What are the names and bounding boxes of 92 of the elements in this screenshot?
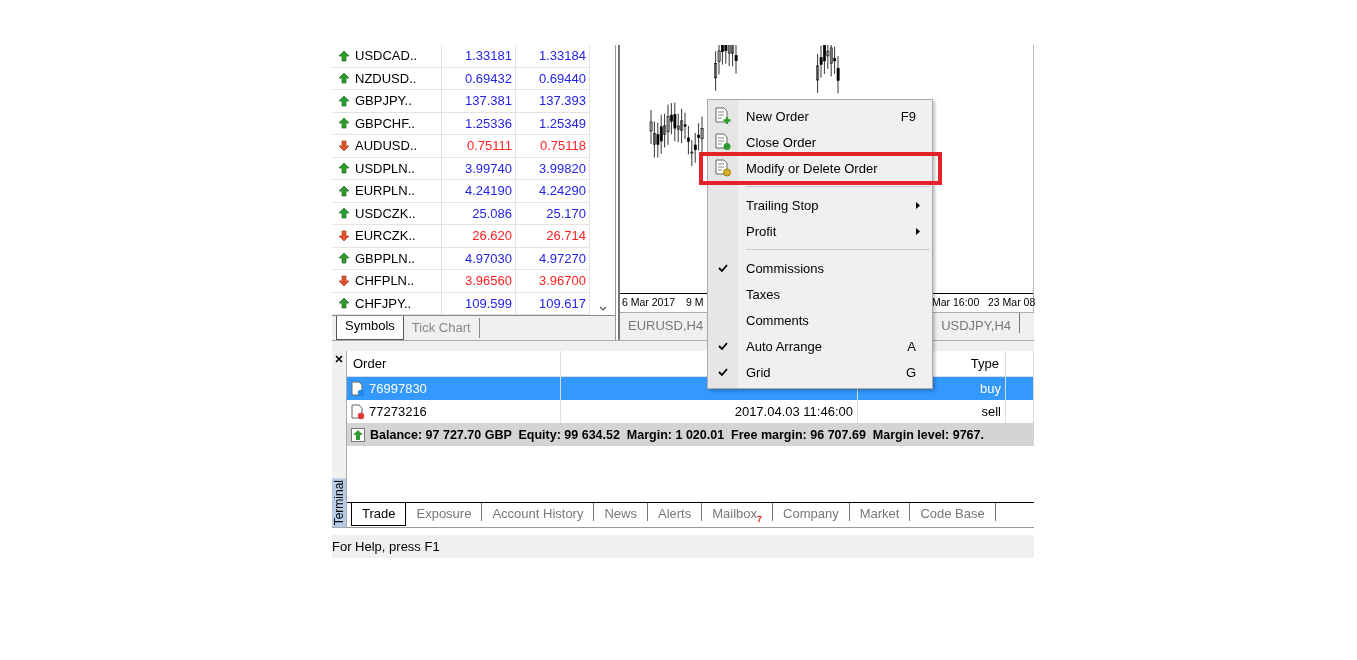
menu-item[interactable]: Profit bbox=[708, 218, 932, 244]
menu-item[interactable]: Comments bbox=[708, 307, 932, 333]
panel-tab[interactable]: Symbols bbox=[336, 316, 404, 340]
ask-price: 3.96700 bbox=[539, 273, 586, 289]
order-icon bbox=[351, 403, 365, 420]
menu-item[interactable]: Commissions bbox=[708, 255, 932, 281]
symbol-name: GBPJPY.. bbox=[355, 93, 412, 109]
menu-item[interactable]: Close Order bbox=[708, 129, 932, 155]
bid-price: 3.96560 bbox=[465, 273, 512, 289]
ask-price: 137.393 bbox=[539, 93, 586, 109]
bid-price: 0.75111 bbox=[466, 138, 512, 154]
check-icon bbox=[718, 341, 728, 351]
bid-price: 25.086 bbox=[472, 205, 512, 221]
menu-item[interactable]: Modify or Delete Order bbox=[708, 155, 932, 181]
column-header[interactable]: Order bbox=[347, 351, 561, 376]
symbol-name: USDCAD.. bbox=[355, 48, 418, 64]
time-axis-label: 6 Mar 2017 bbox=[622, 296, 676, 308]
symbol-name: EURCZK.. bbox=[355, 228, 416, 244]
time-axis-label: Mar 16:00 bbox=[932, 296, 980, 308]
account-summary: Balance: 97 727.70 GBP Equity: 99 634.52 Margin: 1 020.01 Free margin: 96 707.69 Margin level: 9767. bbox=[370, 427, 984, 442]
bid-price: 137.381 bbox=[465, 93, 512, 109]
order-type: buy bbox=[980, 381, 1001, 396]
terminal-tab[interactable]: Company bbox=[773, 503, 850, 521]
menu-item[interactable]: New Order F9 bbox=[708, 103, 932, 129]
ask-price: 4.97270 bbox=[539, 250, 586, 266]
symbol-name: AUDUSD.. bbox=[355, 138, 418, 154]
ask-price: 26.714 bbox=[546, 228, 586, 244]
terminal-tab[interactable]: Market bbox=[849, 503, 911, 521]
bid-price: 3.99740 bbox=[465, 160, 512, 176]
ask-price: 1.33184 bbox=[539, 48, 586, 64]
document-plus-icon bbox=[714, 107, 732, 125]
menu-item[interactable]: Auto Arrange A bbox=[708, 333, 932, 359]
ask-price: 25.170 bbox=[546, 205, 586, 221]
order-type: sell bbox=[981, 404, 1001, 419]
up-arrow-icon bbox=[351, 427, 365, 442]
up-arrow-icon bbox=[338, 94, 350, 107]
close-icon[interactable] bbox=[335, 355, 343, 363]
bid-price: 1.33181 bbox=[465, 48, 512, 64]
scroll-down-icon[interactable] bbox=[598, 306, 607, 311]
symbol-name: EURPLN.. bbox=[355, 183, 415, 199]
up-arrow-icon bbox=[338, 117, 350, 130]
symbol-name: GBPPLN.. bbox=[355, 250, 415, 266]
ask-price: 1.25349 bbox=[539, 115, 586, 131]
check-icon bbox=[718, 263, 728, 273]
ask-price: 109.617 bbox=[539, 295, 586, 311]
time-axis-label: 9 M bbox=[686, 296, 704, 308]
submenu-arrow-icon bbox=[916, 227, 920, 235]
order-icon bbox=[351, 380, 365, 397]
order-time: 2017.04.03 11:46:00 bbox=[734, 404, 853, 419]
symbol-name: NZDUSD.. bbox=[355, 70, 417, 86]
ask-price: 3.99820 bbox=[539, 160, 586, 176]
bid-price: 4.24190 bbox=[465, 183, 512, 199]
order-number: 77273216 bbox=[369, 404, 427, 419]
symbol-name: USDCZK.. bbox=[355, 205, 416, 221]
status-text: For Help, press F1 bbox=[332, 539, 440, 554]
bid-price: 1.25336 bbox=[465, 115, 512, 131]
symbol-name: GBPCHF.. bbox=[355, 115, 415, 131]
symbol-name: CHFPLN.. bbox=[355, 273, 415, 289]
symbol-name: USDPLN.. bbox=[355, 160, 415, 176]
terminal-tab[interactable]: Exposure bbox=[406, 503, 483, 521]
terminal-tab[interactable]: Code Base bbox=[910, 503, 996, 521]
bid-price: 0.69432 bbox=[465, 70, 512, 86]
down-arrow-icon bbox=[338, 229, 350, 242]
up-arrow-icon bbox=[338, 162, 350, 175]
ask-price: 0.75118 bbox=[539, 138, 586, 154]
terminal-tab[interactable]: Mailbox$_{7}$ bbox=[702, 503, 773, 521]
terminal-tab[interactable]: Account History bbox=[482, 503, 595, 521]
down-arrow-icon bbox=[338, 274, 350, 287]
terminal-tab[interactable]: Trade bbox=[351, 503, 407, 526]
symbol-name: CHFJPY.. bbox=[355, 295, 412, 311]
up-arrow-icon bbox=[338, 72, 350, 85]
terminal-tab[interactable]: News bbox=[594, 503, 648, 521]
up-arrow-icon bbox=[338, 184, 350, 197]
menu-item[interactable]: Trailing Stop bbox=[708, 192, 932, 218]
bid-price: 26.620 bbox=[472, 228, 512, 244]
terminal-tab[interactable]: Alerts bbox=[647, 503, 703, 521]
down-arrow-icon bbox=[338, 139, 350, 152]
ask-price: 4.24290 bbox=[539, 183, 586, 199]
time-axis-label: 23 Mar 08 bbox=[988, 296, 1036, 308]
bid-price: 4.97030 bbox=[465, 250, 512, 266]
bid-price: 109.599 bbox=[465, 295, 512, 311]
order-number: 76997830 bbox=[369, 381, 427, 396]
up-arrow-icon bbox=[338, 252, 350, 265]
check-icon bbox=[718, 367, 728, 377]
chart-tab[interactable]: EURUSD,H4 bbox=[624, 313, 708, 340]
submenu-arrow-icon bbox=[916, 201, 920, 209]
ask-price: 0.69440 bbox=[539, 70, 586, 86]
up-arrow-icon bbox=[338, 49, 350, 62]
terminal-label: Terminal bbox=[332, 477, 346, 527]
up-arrow-icon bbox=[338, 297, 350, 310]
up-arrow-icon bbox=[338, 207, 350, 220]
menu-item[interactable]: Taxes bbox=[708, 281, 932, 307]
